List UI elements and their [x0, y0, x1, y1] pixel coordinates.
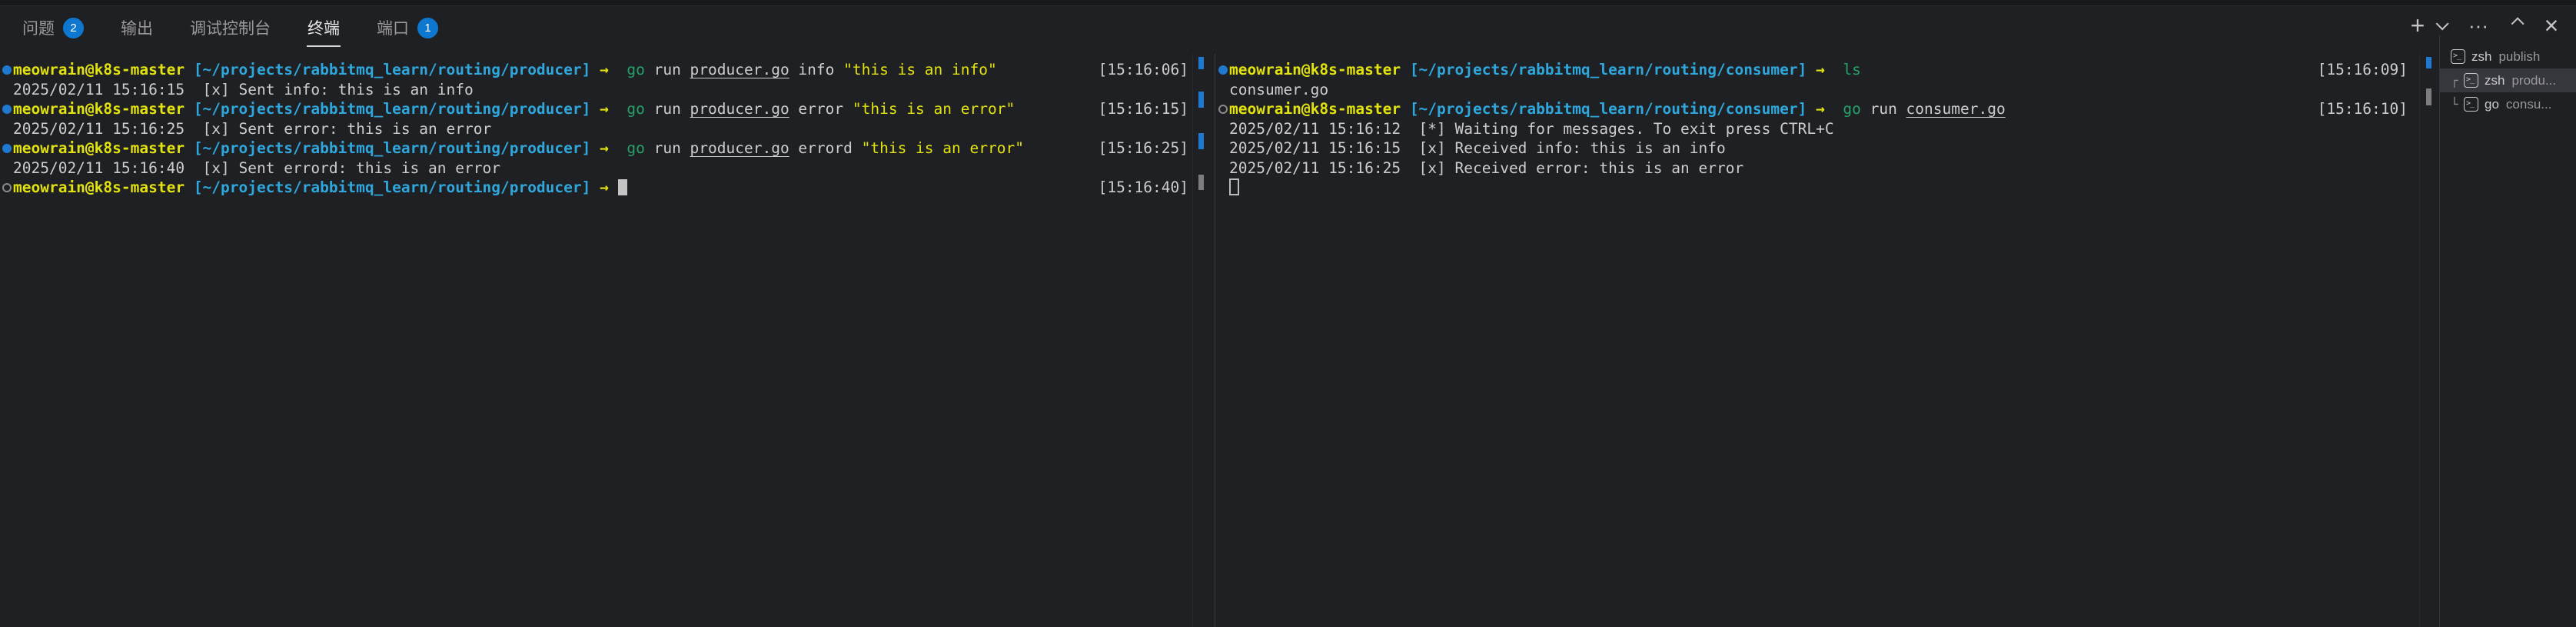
command-timestamp: [15:16:09] — [2318, 60, 2408, 80]
terminal-line: meowrain@k8s-master [~/projects/rabbitmq… — [0, 138, 1215, 158]
tab-output[interactable]: 输出 — [120, 12, 154, 48]
terminal-line — [1216, 178, 2438, 198]
tab-label: 问题 — [22, 16, 55, 39]
terminal-line: 2025/02/11 15:16:15 [x] Received info: t… — [1216, 138, 2438, 158]
ports-count-badge: 1 — [417, 18, 438, 38]
command-decoration-icon[interactable] — [2, 144, 12, 153]
tab-ports[interactable]: 端口 1 — [376, 12, 439, 48]
tab-label: 输出 — [121, 16, 153, 39]
maximize-panel-icon — [2511, 17, 2524, 30]
scrollbar-command-mark — [2426, 57, 2431, 68]
terminal-content: meowrain@k8s-master [~/projects/rabbitmq… — [1216, 54, 2438, 198]
terminal-profiles-dropdown-icon — [2436, 17, 2449, 30]
terminal-icon — [2464, 73, 2478, 88]
command-timestamp: [15:16:25] — [1099, 138, 1188, 158]
terminal-content: meowrain@k8s-master [~/projects/rabbitmq… — [0, 54, 1215, 198]
panel-tab-bar: 问题 2 输出 调试控制台 终端 端口 1 — [22, 8, 439, 52]
terminal-line: 2025/02/11 15:16:15 [x] Sent info: this … — [0, 80, 1215, 100]
new-terminal-icon[interactable]: + — [2410, 12, 2425, 38]
tab-label: 终端 — [307, 16, 340, 39]
command-timestamp: [15:16:15] — [1099, 99, 1188, 119]
terminal-tabs-list: zsh publish ┌ zsh produ... └ go consu... — [2439, 35, 2576, 627]
terminal-line: consumer.go — [1216, 80, 2438, 100]
more-actions-icon[interactable]: ··· — [2468, 12, 2488, 38]
close-panel-icon[interactable]: × — [2544, 12, 2559, 38]
tab-label: 调试控制台 — [190, 16, 271, 39]
terminal-line: meowrain@k8s-master [~/projects/rabbitmq… — [1216, 99, 2438, 119]
command-timestamp: [15:16:10] — [2318, 99, 2408, 119]
command-decoration-icon[interactable] — [2, 183, 12, 192]
terminal-item-go-consumer[interactable]: └ go consu... — [2440, 92, 2576, 116]
terminal-line: meowrain@k8s-master [~/projects/rabbitmq… — [0, 178, 1215, 198]
tab-label: 端口 — [377, 16, 409, 39]
command-timestamp: [15:16:40] — [1099, 178, 1188, 198]
command-decoration-icon[interactable] — [1218, 65, 1228, 75]
command-timestamp: [15:16:06] — [1099, 60, 1188, 80]
tab-problems[interactable]: 问题 2 — [22, 12, 85, 48]
tab-debug-console[interactable]: 调试控制台 — [189, 12, 271, 48]
terminal-item-label: go — [2485, 97, 2499, 112]
terminal-item-description: publish — [2498, 49, 2540, 65]
terminal-line: 2025/02/11 15:16:25 [x] Received error: … — [1216, 158, 2438, 178]
terminal-item-label: zsh — [2471, 49, 2491, 65]
maximize-panel-button[interactable] — [2508, 12, 2524, 38]
terminal-item-description: produ... — [2511, 73, 2556, 88]
terminal-line: meowrain@k8s-master [~/projects/rabbitmq… — [0, 60, 1215, 80]
terminal-line: 2025/02/11 15:16:12 [*] Waiting for mess… — [1216, 119, 2438, 139]
command-decoration-icon[interactable] — [1218, 105, 1228, 114]
terminal-cursor — [618, 179, 627, 195]
scrollbar-command-mark — [1198, 57, 1204, 69]
scrollbar-command-mark — [1198, 175, 1204, 190]
terminal-pane-producer[interactable]: meowrain@k8s-master [~/projects/rabbitmq… — [0, 54, 1215, 627]
command-decoration-icon[interactable] — [2, 105, 12, 114]
terminal-line: meowrain@k8s-master [~/projects/rabbitmq… — [0, 99, 1215, 119]
terminal-item-label: zsh — [2485, 73, 2505, 88]
terminal-line: 2025/02/11 15:16:40 [x] Sent errord: thi… — [0, 158, 1215, 178]
terminal-icon — [2464, 97, 2478, 112]
terminal-item-zsh-producer[interactable]: ┌ zsh produ... — [2440, 68, 2576, 92]
terminal-line: meowrain@k8s-master [~/projects/rabbitmq… — [1216, 60, 2438, 80]
scrollbar-command-mark — [1198, 92, 1204, 108]
split-group-indicator: ┌ — [2451, 73, 2464, 88]
terminal-profiles-dropdown-button[interactable] — [2433, 12, 2448, 38]
panel-action-bar: + ··· × — [2410, 12, 2559, 38]
panel-top-border — [0, 0, 2576, 6]
terminal-item-description: consu... — [2506, 97, 2552, 112]
command-decoration-icon[interactable] — [2, 65, 12, 75]
problems-count-badge: 2 — [63, 18, 84, 38]
scrollbar-command-mark — [2426, 88, 2431, 105]
scrollbar-command-mark — [1198, 133, 1204, 149]
terminal-pane-consumer[interactable]: meowrain@k8s-master [~/projects/rabbitmq… — [1216, 54, 2438, 627]
split-group-indicator: └ — [2451, 97, 2464, 112]
terminal-cursor — [1229, 178, 1239, 195]
tab-terminal[interactable]: 终端 — [307, 12, 341, 48]
terminal-icon — [2451, 49, 2465, 64]
terminal-item-zsh-publish[interactable]: zsh publish — [2440, 45, 2576, 68]
terminal-line: 2025/02/11 15:16:25 [x] Sent error: this… — [0, 119, 1215, 139]
